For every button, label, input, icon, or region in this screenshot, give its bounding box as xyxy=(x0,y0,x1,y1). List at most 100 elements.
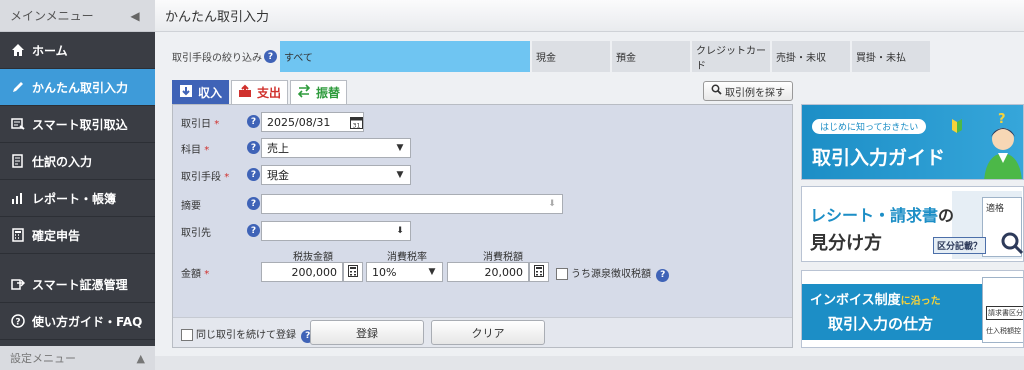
repeat-checkbox-wrap: 同じ取引を続けて登録 ? xyxy=(181,326,315,343)
sidebar-item-reports[interactable]: レポート・帳簿 xyxy=(0,180,155,217)
history-arrow-icon[interactable]: ⬇ xyxy=(542,195,562,213)
pencil-icon xyxy=(10,79,26,95)
filter-tab-credit-card[interactable]: クレジットカード xyxy=(692,41,772,72)
sidebar-item-label: 使い方ガイド・FAQ xyxy=(32,314,143,329)
sidebar: メインメニュー ◀ ホーム かんたん取引入力 スマート取引取込 仕訳の入力 レポ… xyxy=(0,0,155,370)
repeat-label: 同じ取引を続けて登録 xyxy=(196,330,296,341)
invoice-doc-line2: 仕入税額控 xyxy=(986,327,1021,335)
help-icon[interactable]: ? xyxy=(247,115,260,128)
help-icon[interactable]: ? xyxy=(656,268,670,282)
filter-tab-all[interactable]: すべて xyxy=(280,41,532,72)
find-example-label: 取引例を探す xyxy=(725,87,785,99)
withholding-checkbox[interactable] xyxy=(556,268,568,280)
magnifier-icon xyxy=(1000,231,1023,258)
history-arrow-icon[interactable]: ⬇ xyxy=(390,222,410,240)
filter-tab-receivable[interactable]: 売掛・未収 xyxy=(772,41,852,72)
pre-tax-input[interactable]: 200,000 xyxy=(261,262,343,282)
collapse-chevron-icon[interactable]: ◀ xyxy=(123,4,147,28)
calculator-button[interactable] xyxy=(343,262,363,282)
person-illustration-icon: ? xyxy=(978,109,1023,179)
dropdown-arrow-icon: ▼ xyxy=(396,143,404,153)
repeat-checkbox[interactable] xyxy=(181,329,193,341)
row-account: 科目 * ? 売上 ▼ xyxy=(173,137,794,159)
transaction-type-tabs: 収入 支出 振替 xyxy=(172,80,349,104)
svg-text:?: ? xyxy=(15,318,20,328)
tab-expense-label: 支出 xyxy=(257,86,282,100)
filter-tab-label: 預金 xyxy=(616,53,636,64)
row-date: 取引日 * ? 2025/08/31 31 xyxy=(173,111,794,133)
receipt-guide-banner[interactable]: 適格 レシート・請求書の 見分け方 区分記載？ xyxy=(801,186,1024,262)
invoice-title-line2: 取引入力の仕方 xyxy=(828,315,934,333)
clear-button[interactable]: クリア xyxy=(431,320,545,345)
partner-input[interactable]: ⬇ xyxy=(261,221,411,241)
receipt-tag: 区分記載？ xyxy=(933,237,987,254)
search-icon xyxy=(711,84,722,98)
filter-tab-payable[interactable]: 買掛・未払 xyxy=(852,41,932,72)
tax-rate-value: 10% xyxy=(372,265,397,279)
page-header: かんたん取引入力 xyxy=(155,0,1024,32)
sidebar-item-guide-faq[interactable]: ? 使い方ガイド・FAQ xyxy=(0,303,155,340)
help-icon[interactable]: ? xyxy=(247,197,260,210)
method-select[interactable]: 現金 ▼ xyxy=(261,165,411,185)
invoice-guide-banner[interactable]: インボイス制度に沿った 取引入力の仕方 請求書区分 仕入税額控 xyxy=(801,270,1024,348)
receipt-icon xyxy=(10,276,26,292)
sidebar-item-label: スマート取引取込 xyxy=(32,117,128,132)
guide-banner[interactable]: はじめに知っておきたい 取引入力ガイド ? xyxy=(801,104,1024,180)
tab-income[interactable]: 収入 xyxy=(172,80,230,104)
pre-tax-value: 200,000 xyxy=(291,265,338,279)
invoice-title-line1: インボイス制度に沿った xyxy=(810,293,941,308)
sidebar-item-journal[interactable]: 仕訳の入力 xyxy=(0,143,155,180)
help-icon[interactable]: ? xyxy=(247,168,260,181)
sidebar-item-receipts[interactable]: スマート証憑管理 xyxy=(0,266,155,303)
sidebar-item-home[interactable]: ホーム xyxy=(0,32,155,69)
register-label: 登録 xyxy=(356,326,378,340)
find-example-button[interactable]: 取引例を探す xyxy=(703,81,793,101)
sidebar-item-smart-import[interactable]: スマート取引取込 xyxy=(0,106,155,143)
sidebar-item-label: レポート・帳簿 xyxy=(32,191,117,206)
tab-expense[interactable]: 支出 xyxy=(231,80,289,104)
tax-amount-input[interactable]: 20,000 xyxy=(447,262,529,282)
nav-gap xyxy=(0,254,155,266)
invoice-doc-line1: 請求書区分 xyxy=(986,306,1023,320)
sidebar-item-tax-return[interactable]: 確定申告 xyxy=(0,217,155,254)
help-icon[interactable]: ? xyxy=(264,50,277,63)
home-icon xyxy=(10,42,26,58)
dropdown-arrow-icon: ▼ xyxy=(428,267,436,277)
tax-rate-select[interactable]: 10% ▼ xyxy=(366,262,443,282)
amount-label: 金額 * xyxy=(181,269,210,280)
filter-label-wrap: 取引手段の絞り込み ? xyxy=(172,41,280,72)
partner-label: 取引先 xyxy=(181,228,211,239)
settings-menu-header[interactable]: 設定メニュー ▲ xyxy=(0,346,155,370)
account-label: 科目 * xyxy=(181,145,210,156)
import-icon xyxy=(10,116,26,132)
filter-tab-deposit[interactable]: 預金 xyxy=(612,41,692,72)
filter-tab-cash[interactable]: 現金 xyxy=(532,41,612,72)
calendar-icon[interactable]: 31 xyxy=(348,113,364,131)
tax-amount-value: 20,000 xyxy=(484,265,524,279)
row-memo: 摘要 ? ⬇ xyxy=(173,193,794,215)
sidebar-item-label: かんたん取引入力 xyxy=(32,80,129,95)
income-arrow-icon xyxy=(179,84,193,102)
payment-method-filter: 取引手段の絞り込み ? すべて 現金 預金 クレジットカード 売掛・未収 買掛・… xyxy=(172,41,932,72)
main-menu-header: メインメニュー ◀ xyxy=(0,0,155,32)
memo-input[interactable]: ⬇ xyxy=(261,194,563,214)
sidebar-item-easy-entry[interactable]: かんたん取引入力 xyxy=(0,69,155,106)
tab-transfer[interactable]: 振替 xyxy=(290,80,348,104)
main-menu-label: メインメニュー xyxy=(10,9,94,23)
register-button[interactable]: 登録 xyxy=(310,320,424,345)
sidebar-item-label: 確定申告 xyxy=(32,228,81,243)
method-label: 取引手段 * xyxy=(181,172,230,183)
guide-title: 取引入力ガイド xyxy=(812,147,946,169)
help-icon[interactable]: ? xyxy=(247,141,260,154)
account-select[interactable]: 売上 ▼ xyxy=(261,138,411,158)
invoice-document: 請求書区分 仕入税額控 xyxy=(982,277,1023,343)
transfer-arrows-icon xyxy=(297,83,311,102)
receipt-title-line2: 見分け方 xyxy=(810,233,882,254)
help-icon[interactable]: ? xyxy=(247,224,260,237)
svg-text:?: ? xyxy=(998,112,1006,127)
filter-tab-label: 現金 xyxy=(536,53,556,64)
memo-label: 摘要 xyxy=(181,201,201,212)
calculator-icon xyxy=(534,264,544,280)
method-value: 現金 xyxy=(267,169,289,182)
calculator-button[interactable] xyxy=(529,262,549,282)
